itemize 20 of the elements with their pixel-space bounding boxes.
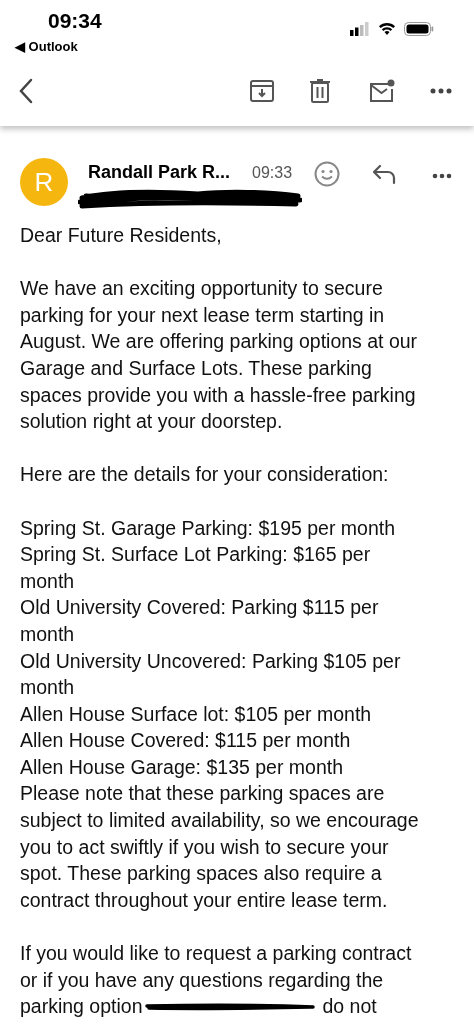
battery-icon [404,22,434,36]
back-to-app-link[interactable]: ◀ Outlook [15,37,78,57]
status-time: 09:34 [48,8,102,34]
body-text-line: do not [322,994,377,1020]
body-text-line: parking option [20,994,143,1020]
mark-unread-button[interactable] [368,77,396,105]
signal-icon [350,22,370,36]
wifi-icon [378,22,396,36]
body-paragraph: Spring St. Garage Parking: $195 per month Spring St. Surface Lot Parking: $165 per month Old University Covered: Parking $115 per month Old University Uncovered: Parking $105 per month Allen House Surface lot: $105 per month Allen House Covered: $115 per month Allen House Garage: $135 per month Please note that these parking spaces are subject to limited availability, so we encourage you to act swiftly if you wish to secure your spot. These parking spaces also require a contract throughout your entire lease term. [20,515,420,913]
reply-button[interactable] [372,162,398,186]
sender-avatar: R [20,158,68,206]
message-time: 09:33 [252,163,293,183]
more-button[interactable] [430,86,454,96]
reaction-button[interactable] [314,160,342,188]
body-paragraph: Here are the details for your consideration: [20,462,390,488]
message-more-button[interactable] [432,172,454,180]
sender-name: Randall Park R... [88,161,231,184]
body-paragraph: We have an exciting opportunity to secure parking for your next lease term starting in August. We are offering parking options at our Garage and Surface Lots. These parking spaces provide you with a hassle-free parking solution right at your doorstep. [20,276,419,435]
archive-button[interactable] [249,77,277,105]
body-paragraph: Dear Future Residents, [20,223,223,248]
